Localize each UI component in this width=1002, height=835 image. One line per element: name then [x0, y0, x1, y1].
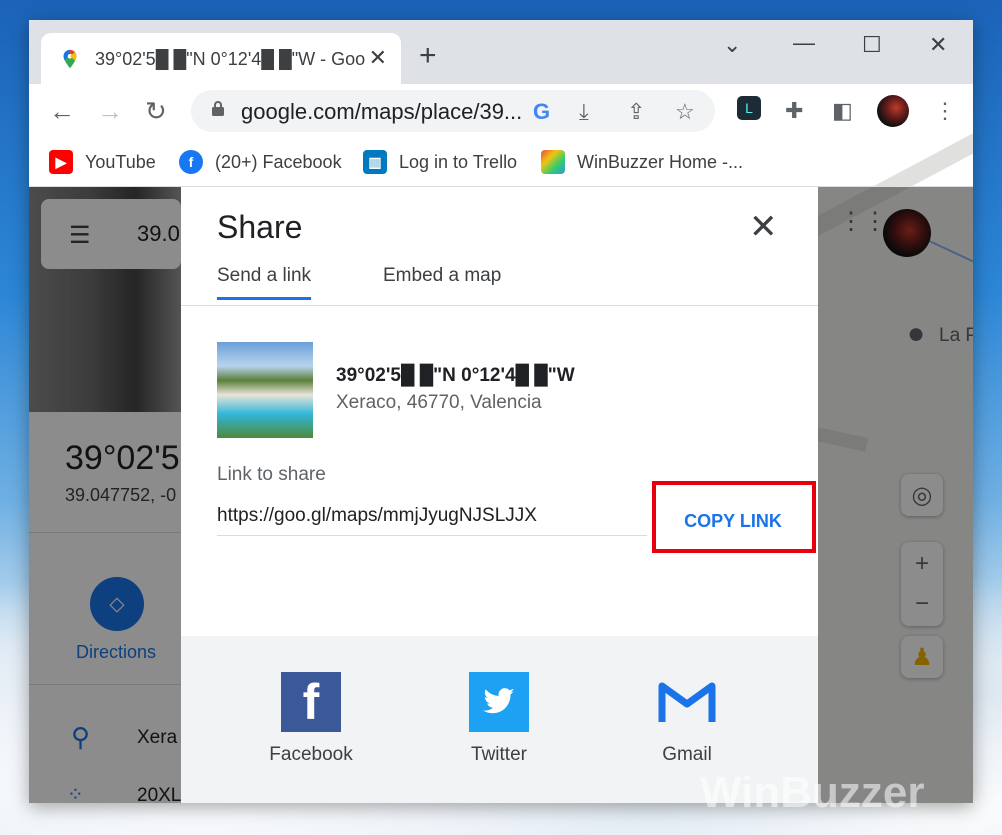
tab-embed-map[interactable]: Embed a map [383, 265, 501, 287]
share-target-label: Twitter [471, 744, 527, 765]
winbuzzer-icon [541, 150, 565, 174]
bookmark-winbuzzer[interactable]: WinBuzzer Home -... [541, 148, 743, 176]
trello-icon: ▥ [363, 150, 387, 174]
google-icon[interactable]: G [533, 99, 550, 125]
link-label: Link to share [217, 464, 326, 485]
google-maps-icon [63, 49, 77, 69]
gmail-icon [657, 672, 717, 732]
side-panel-icon[interactable]: ◧ [832, 98, 853, 124]
facebook-icon: f [281, 672, 341, 732]
reload-button[interactable]: ↻ [145, 96, 167, 127]
place-address: Xeraco, 46770, Valencia [336, 392, 542, 413]
share-link-field[interactable]: https://goo.gl/maps/mmjJyugNJSLJJX [217, 505, 647, 536]
share-target-label: Gmail [662, 744, 712, 765]
extension-icon[interactable]: L [737, 96, 761, 120]
avatar[interactable] [877, 95, 909, 127]
window-close-button[interactable]: ✕ [929, 32, 947, 58]
twitter-icon [469, 672, 529, 732]
facebook-icon: f [179, 150, 203, 174]
share-target-label: Facebook [269, 744, 353, 765]
back-button[interactable]: ← [49, 96, 75, 127]
chevron-down-icon[interactable]: ⌄ [723, 32, 741, 58]
close-icon[interactable]: ✕ [369, 45, 387, 71]
bookmarks-bar: ▶ YouTube f (20+) Facebook ▥ Log in to T… [29, 140, 973, 187]
share-twitter-button[interactable]: Twitter [439, 672, 559, 766]
share-tabs: Send a link Embed a map [181, 265, 818, 306]
tab-bar: 39°02'5█ █"N 0°12'4█ █"W - Goog ✕ + ⌄ — … [29, 20, 973, 84]
bookmark-facebook[interactable]: f (20+) Facebook [179, 148, 342, 176]
page-content: ☰ 39.0 39°02'51 39.047752, -0 ⬦ Directio… [29, 129, 973, 803]
new-tab-button[interactable]: + [419, 41, 437, 71]
browser-window: 39°02'5█ █"N 0°12'4█ █"W - Goog ✕ + ⌄ — … [29, 20, 973, 803]
tab-google-maps[interactable]: 39°02'5█ █"N 0°12'4█ █"W - Goog ✕ [41, 33, 401, 84]
youtube-icon: ▶ [49, 150, 73, 174]
share-icon[interactable]: ⇪ [627, 99, 645, 125]
forward-button[interactable]: → [97, 96, 123, 127]
install-app-icon[interactable]: ⤓ [579, 99, 589, 125]
url-text: google.com/maps/place/39... [241, 99, 523, 124]
close-icon[interactable]: ✕ [749, 207, 778, 247]
watermark-logo: WinBuzzer [700, 768, 925, 817]
place-name: 39°02'5█ █"N 0°12'4█ █"W [336, 365, 575, 386]
maximize-button[interactable]: ☐ [862, 32, 882, 58]
minimize-button[interactable]: — [793, 30, 815, 56]
place-thumbnail [217, 342, 313, 438]
bookmark-trello[interactable]: ▥ Log in to Trello [363, 148, 517, 176]
puzzle-icon[interactable]: ✚ [785, 98, 803, 124]
browser-toolbar: ← → ↻ google.com/maps/place/39... G ⤓ ⇪ … [29, 84, 973, 140]
address-bar[interactable]: google.com/maps/place/39... G ⤓ ⇪ ☆ [191, 90, 715, 132]
bookmark-youtube[interactable]: ▶ YouTube [49, 148, 156, 176]
copy-link-button[interactable]: COPY LINK [653, 499, 813, 543]
menu-dots-icon[interactable]: ⋮ [934, 98, 956, 124]
share-facebook-button[interactable]: f Facebook [251, 672, 371, 766]
dialog-title: Share [217, 209, 303, 245]
share-dialog: Share ✕ Send a link Embed a map 39°02'5█… [181, 187, 818, 803]
star-icon[interactable]: ☆ [675, 99, 695, 125]
tab-send-link[interactable]: Send a link [217, 265, 312, 300]
lock-icon [212, 101, 224, 116]
share-gmail-button[interactable]: Gmail [627, 672, 747, 766]
tab-title: 39°02'5█ █"N 0°12'4█ █"W - Goog [95, 49, 365, 69]
